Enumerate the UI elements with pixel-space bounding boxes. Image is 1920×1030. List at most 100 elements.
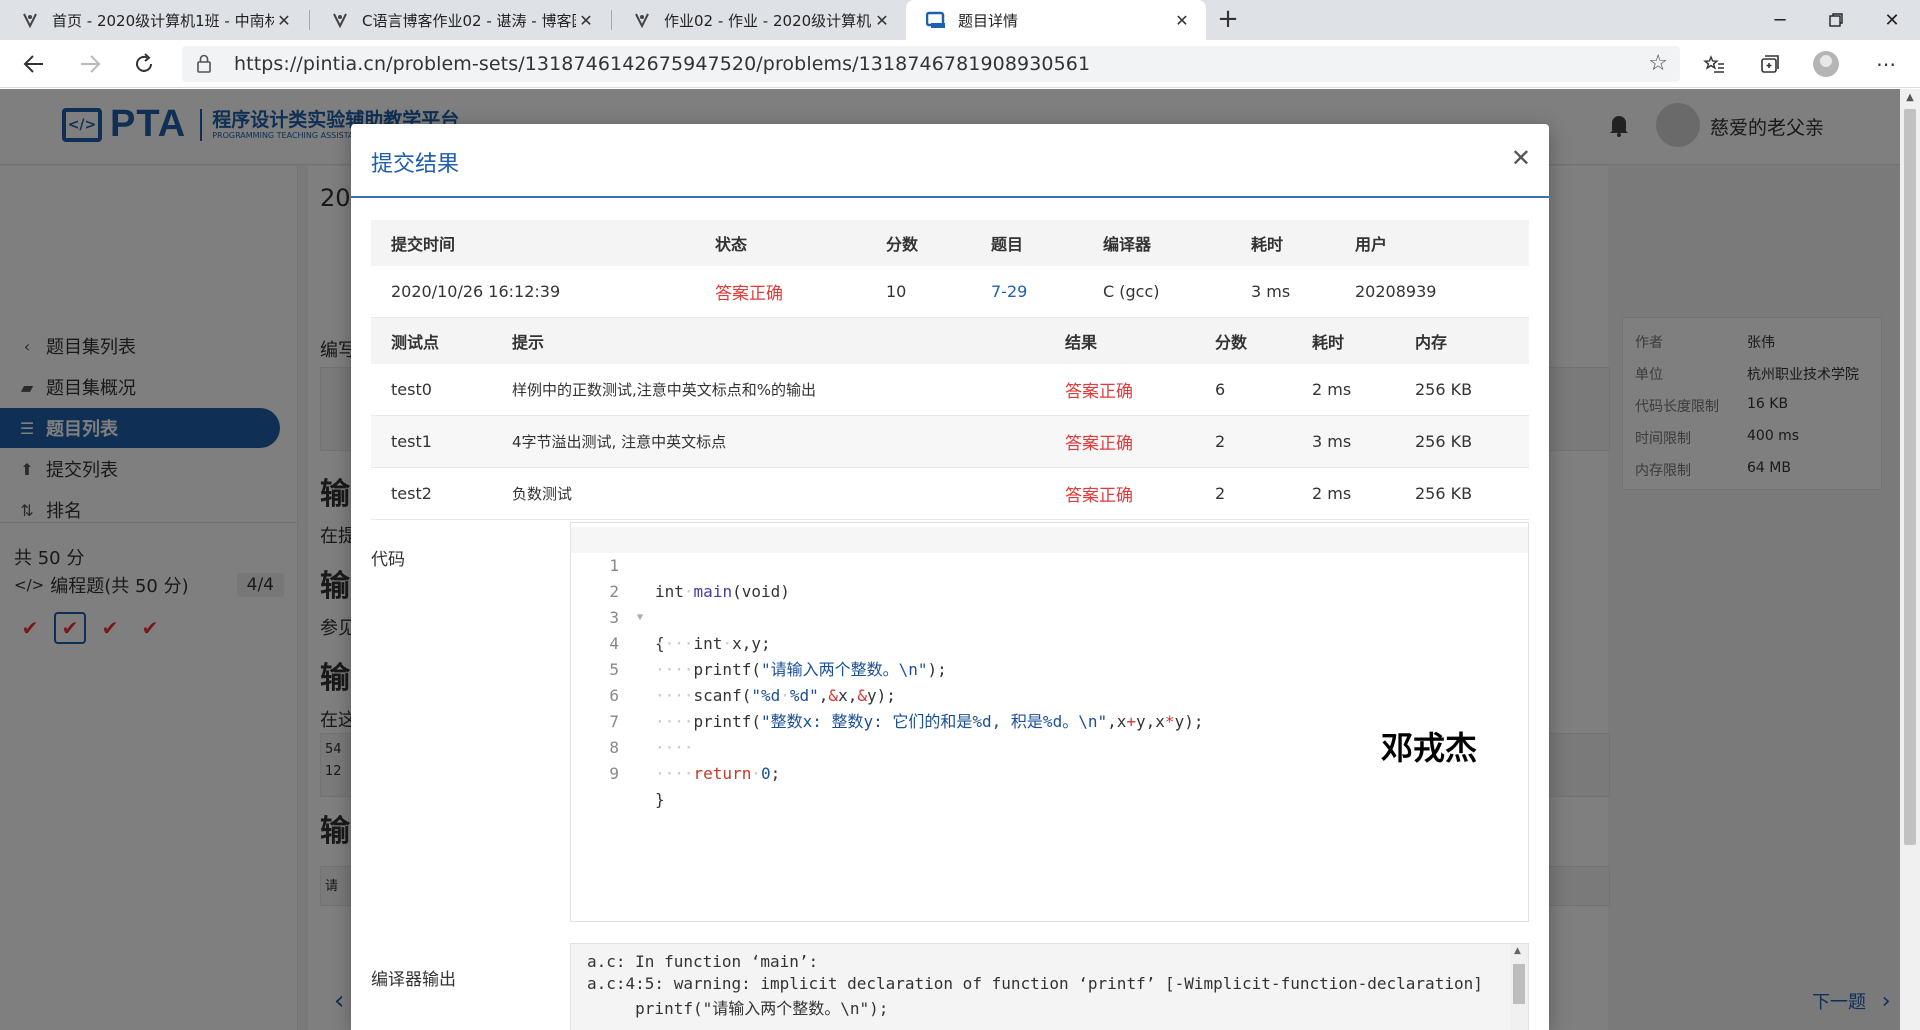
testcase-memory: 256 KB — [1415, 484, 1473, 503]
paw-logo-icon — [632, 10, 652, 30]
code-line: 5 ····scanf("%d·%d",&x,&y); — [571, 631, 1528, 705]
close-tab-icon[interactable]: ✕ — [872, 11, 892, 30]
testcase-hint: 样例中的正数测试,注意中英文标点和%的输出 — [512, 381, 817, 399]
tab-title: 首页 - 2020级计算机1班 - 中南林 — [52, 11, 274, 30]
collections-icon[interactable] — [1752, 48, 1788, 80]
testcase-score: 6 — [1215, 380, 1226, 399]
favorites-list-icon[interactable] — [1696, 48, 1732, 80]
elapsed-value: 3 ms — [1251, 282, 1291, 301]
line-number: 9 — [609, 764, 619, 783]
profile-avatar-icon[interactable] — [1808, 48, 1844, 80]
scrollbar-thumb[interactable] — [1513, 964, 1525, 1004]
compiler-output-box[interactable]: a.c: In function ‘main’: a.c:4:5: warnin… — [570, 943, 1529, 1030]
status-badge: 答案正确 — [715, 284, 783, 304]
testcase-score: 2 — [1215, 484, 1226, 503]
tab-title: 题目详情 — [958, 11, 1019, 30]
summary-row: 2020/10/26 16:12:39 答案正确 10 7-29 C (gcc)… — [371, 266, 1529, 318]
code-line: 4 ····printf("请输入两个整数。\n"); — [571, 605, 1528, 679]
forward-arrow-icon[interactable] — [74, 48, 106, 80]
browser-tab-1[interactable]: 首页 - 2020级计算机1班 - 中南林 ✕ — [0, 0, 308, 40]
close-tab-icon[interactable]: ✕ — [1172, 11, 1192, 30]
testcase-header-row: 测试点 提示 结果 分数 耗时 内存 — [371, 318, 1529, 364]
column-header: 分数 — [1215, 333, 1248, 352]
column-header: 用户 — [1355, 235, 1388, 254]
close-window-icon[interactable]: ✕ — [1864, 0, 1920, 40]
column-header: 内存 — [1415, 333, 1448, 352]
column-header: 提交时间 — [391, 235, 456, 254]
page-scrollbar[interactable]: ▲ — [1900, 89, 1920, 1030]
testcase-memory: 256 KB — [1415, 432, 1473, 451]
code-line: 7 ···· — [571, 683, 1528, 757]
testcase-result: 答案正确 — [1065, 382, 1133, 402]
browser-tab-2[interactable]: C语言博客作业02 - 谌涛 - 博客园 ✕ — [310, 0, 610, 40]
compiler-output-line: a.c: In function ‘main’: — [587, 952, 819, 971]
close-tab-icon[interactable]: ✕ — [274, 11, 294, 30]
code-line: 1 int·main(void) — [571, 527, 1528, 601]
column-header: 测试点 — [391, 333, 440, 352]
code-line: 2 ▼ { — [571, 553, 1528, 653]
paw-logo-icon — [20, 10, 40, 30]
close-tab-icon[interactable]: ✕ — [576, 11, 596, 30]
new-tab-plus-icon[interactable]: + — [1212, 4, 1244, 36]
compiler-output-line: a.c:4:5: warning: implicit declaration o… — [587, 974, 1483, 993]
url-text[interactable]: https://pintia.cn/problem-sets/131874614… — [234, 53, 1090, 75]
testcase-score: 2 — [1215, 432, 1226, 451]
compiler-value: C (gcc) — [1103, 282, 1160, 301]
restore-icon[interactable] — [1808, 0, 1864, 40]
testcase-hint: 负数测试 — [512, 485, 573, 503]
scroll-up-icon[interactable]: ▲ — [1514, 946, 1521, 956]
lock-icon — [196, 53, 212, 78]
problem-link[interactable]: 7-29 — [991, 266, 1027, 317]
testcase-hint: 4字节溢出测试, 注意中英文标点 — [512, 433, 727, 451]
code-text: ····return·0; — [655, 764, 781, 783]
scrollbar-thumb[interactable] — [1904, 109, 1916, 845]
tab-title: 作业02 - 作业 - 2020级计算机1班 — [664, 11, 872, 30]
column-header: 编译器 — [1103, 235, 1152, 254]
testcase-time: 2 ms — [1312, 380, 1352, 399]
column-header: 提示 — [512, 333, 545, 352]
browser-tab-bar: 首页 - 2020级计算机1班 - 中南林 ✕ C语言博客作业02 - 谌涛 -… — [0, 0, 1920, 40]
dialog-title: 提交结果 — [371, 152, 460, 177]
column-header: 题目 — [991, 235, 1024, 254]
testcase-id: test0 — [391, 380, 432, 399]
testcase-result: 答案正确 — [1065, 434, 1133, 454]
submission-result-dialog: 提交结果 ✕ 提交时间 状态 分数 题目 编译器 耗时 用户 2020/10/2… — [351, 124, 1549, 1030]
column-header: 结果 — [1065, 333, 1098, 352]
browser-tab-4-active[interactable]: 题目详情 ✕ — [906, 0, 1206, 40]
paw-logo-icon — [330, 10, 350, 30]
pta-logo-icon — [926, 10, 946, 30]
compiler-output-label: 编译器输出 — [371, 970, 456, 990]
testcase-time: 3 ms — [1312, 432, 1352, 451]
summary-header-row: 提交时间 状态 分数 题目 编译器 耗时 用户 — [371, 220, 1529, 266]
favorite-star-icon[interactable]: ☆ — [1648, 51, 1668, 76]
column-header: 耗时 — [1251, 235, 1284, 254]
code-viewer[interactable]: 1 int·main(void) 2 ▼ { 3 ····int·x,y; 4 … — [570, 522, 1529, 922]
address-bar: https://pintia.cn/problem-sets/131874614… — [0, 40, 1920, 88]
url-omnibox[interactable]: https://pintia.cn/problem-sets/131874614… — [182, 46, 1680, 82]
code-line: 6 ····printf("整数x: 整数y: 它们的和是%d, 积是%d。\n… — [571, 657, 1528, 731]
code-label: 代码 — [371, 550, 405, 570]
table-row: test1 4字节溢出测试, 注意中英文标点 答案正确 2 3 ms 256 K… — [371, 416, 1529, 468]
testcase-id: test2 — [391, 484, 432, 503]
table-row: test2 负数测试 答案正确 2 2 ms 256 KB — [371, 468, 1529, 520]
more-menu-icon[interactable]: ⋯ — [1868, 48, 1904, 80]
name-watermark: 邓戎杰 — [1381, 729, 1478, 767]
score-value: 10 — [886, 282, 907, 301]
testcase-result: 答案正确 — [1065, 486, 1133, 506]
user-value: 20208939 — [1355, 282, 1437, 301]
minimize-icon[interactable]: ─ — [1752, 0, 1808, 40]
testcase-memory: 256 KB — [1415, 380, 1473, 399]
output-scrollbar[interactable]: ▲ — [1510, 944, 1528, 1030]
back-arrow-icon[interactable] — [18, 48, 50, 80]
testcase-id: test1 — [391, 432, 432, 451]
scroll-up-icon[interactable]: ▲ — [1900, 89, 1920, 107]
browser-tab-3[interactable]: 作业02 - 作业 - 2020级计算机1班 ✕ — [612, 0, 906, 40]
code-line: 3 ····int·x,y; — [571, 579, 1528, 653]
compiler-output-line: printf("请输入两个整数。\n"); — [587, 999, 889, 1018]
submit-time: 2020/10/26 16:12:39 — [391, 282, 561, 301]
testcase-time: 2 ms — [1312, 484, 1352, 503]
close-icon[interactable]: ✕ — [1511, 144, 1531, 172]
column-header: 状态 — [715, 235, 748, 254]
table-row: test0 样例中的正数测试,注意中英文标点和%的输出 答案正确 6 2 ms … — [371, 364, 1529, 416]
refresh-icon[interactable] — [128, 48, 160, 80]
